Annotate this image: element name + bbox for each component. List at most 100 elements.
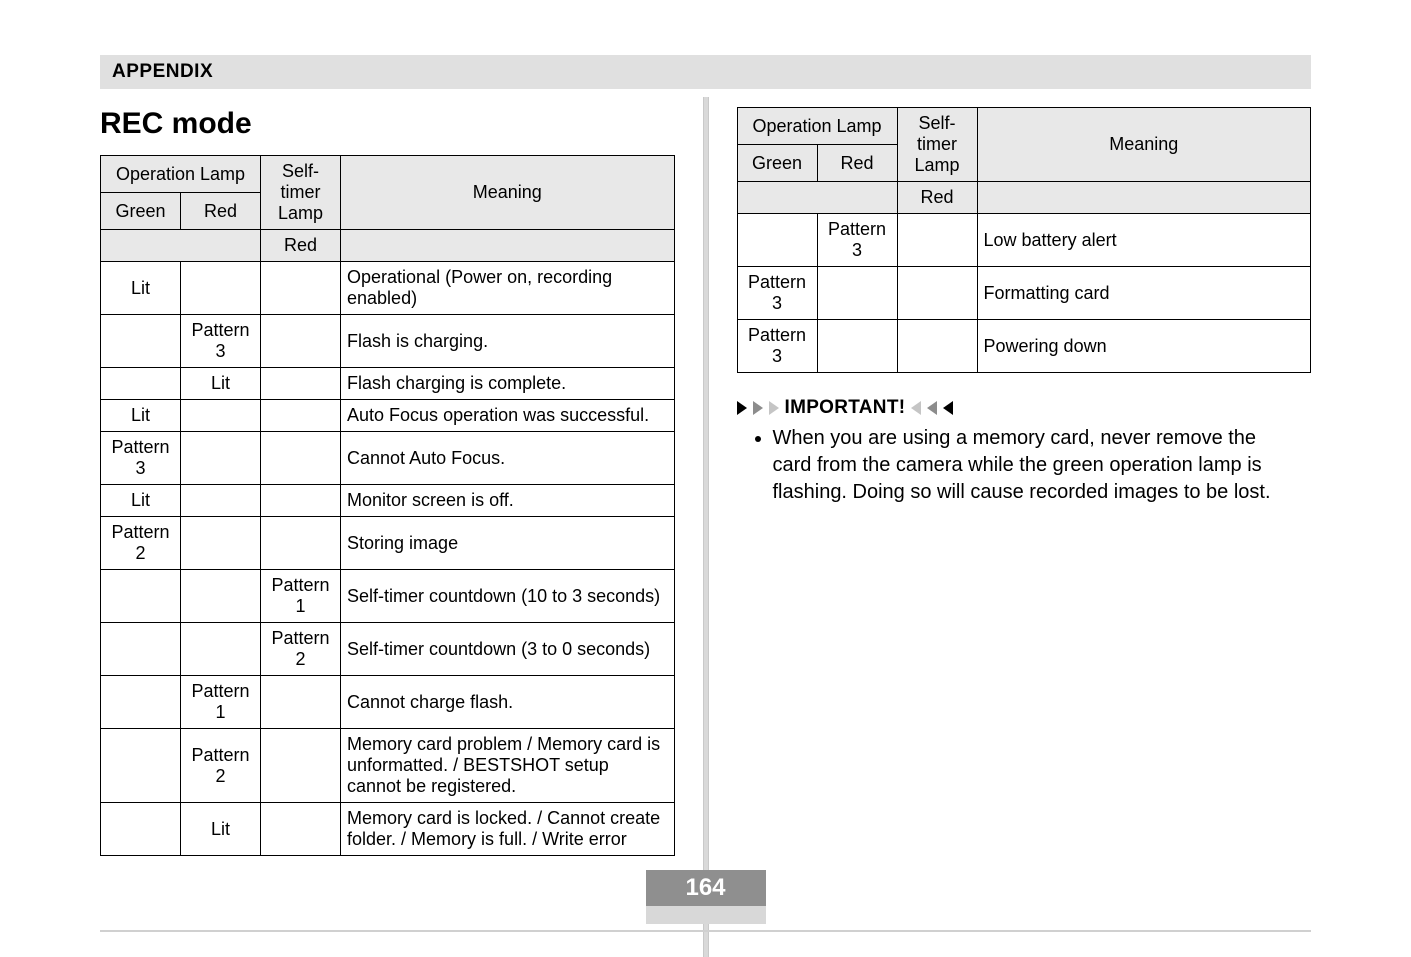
- table-cell: Pattern 2: [261, 623, 341, 676]
- table-cell: [101, 315, 181, 368]
- lamp-table-right: Operation Lamp Self-timer Lamp Meaning G…: [737, 107, 1312, 373]
- table-cell: Pattern 3: [817, 214, 897, 267]
- two-column-layout: REC mode Operation Lamp Self-timer Lamp …: [100, 107, 1311, 957]
- table-cell: [817, 267, 897, 320]
- table-row: Pattern 1Self-timer countdown (10 to 3 s…: [101, 570, 675, 623]
- table-cell: Self-timer countdown (3 to 0 seconds): [341, 623, 674, 676]
- table-cell: [261, 485, 341, 517]
- table-row: Lit Operational (Power on, recording enab…: [101, 262, 675, 315]
- table-cell: Monitor screen is off.: [341, 485, 674, 517]
- th-self-timer-red: Red: [261, 230, 341, 262]
- page-number: 164: [646, 870, 766, 906]
- th-green: Green: [101, 193, 181, 230]
- table-cell: Cannot charge flash.: [341, 676, 674, 729]
- table-cell: Self-timer countdown (10 to 3 seconds): [341, 570, 674, 623]
- footer-rule: [100, 930, 1311, 932]
- table-row: Pattern 2 Storing image: [101, 517, 675, 570]
- table-cell: [261, 262, 341, 315]
- table-row: Pattern 2 Memory card problem / Memory ca…: [101, 729, 675, 803]
- lamp-table-right-body: Pattern 3 Low battery alert Pattern 3 Forma…: [737, 214, 1311, 373]
- table-cell: Operational (Power on, recording enabled…: [341, 262, 674, 315]
- table-row: LitMemory card is locked. / Cannot creat…: [101, 803, 675, 856]
- th-red: Red: [181, 193, 261, 230]
- triangle-left-icon: [943, 401, 953, 415]
- table-cell: Flash is charging.: [341, 315, 674, 368]
- table-cell: [261, 676, 341, 729]
- table-cell: Pattern 1: [261, 570, 341, 623]
- table-cell: Lit: [101, 400, 181, 432]
- table-cell: Pattern 1: [181, 676, 261, 729]
- important-bullet-list: When you are using a memory card, never …: [773, 425, 1312, 506]
- table-cell: [181, 432, 261, 485]
- table-cell: [101, 623, 181, 676]
- table-cell: Cannot Auto Focus.: [341, 432, 674, 485]
- table-row: Pattern 3 Low battery alert: [737, 214, 1311, 267]
- right-column: Operation Lamp Self-timer Lamp Meaning G…: [737, 107, 1312, 957]
- lamp-table-right-head: Operation Lamp Self-timer Lamp Meaning G…: [737, 108, 1311, 214]
- table-row: Pattern 1 Cannot charge flash.: [101, 676, 675, 729]
- appendix-banner: APPENDIX: [100, 55, 1311, 89]
- th-meaning-r: Meaning: [977, 108, 1310, 182]
- th-meaning: Meaning: [341, 156, 674, 230]
- table-cell: [261, 517, 341, 570]
- table-cell: [101, 676, 181, 729]
- th-green-r: Green: [737, 145, 817, 182]
- table-cell: Low battery alert: [977, 214, 1310, 267]
- th-self-timer-red-r: Red: [897, 182, 977, 214]
- important-label: IMPORTANT!: [785, 397, 906, 419]
- table-cell: [181, 570, 261, 623]
- table-cell: Lit: [181, 368, 261, 400]
- table-cell: [737, 214, 817, 267]
- table-cell: [261, 432, 341, 485]
- table-cell: Pattern 3: [737, 267, 817, 320]
- table-cell: Pattern 2: [181, 729, 261, 803]
- table-row: Lit Flash charging is complete.: [101, 368, 675, 400]
- page: APPENDIX REC mode Operation Lamp Self-ti…: [0, 0, 1411, 954]
- table-cell: Storing image: [341, 517, 674, 570]
- lamp-table-left-body: Lit Operational (Power on, recording enab…: [101, 262, 675, 856]
- table-cell: [181, 623, 261, 676]
- table-cell: [181, 262, 261, 315]
- table-row: Pattern 3 Flash is charging.: [101, 315, 675, 368]
- triangle-left-icon: [927, 401, 937, 415]
- table-cell: Auto Focus operation was successful.: [341, 400, 674, 432]
- table-cell: [181, 485, 261, 517]
- table-cell: [817, 320, 897, 373]
- th-self-timer-lamp-r: Self-timer Lamp: [897, 108, 977, 182]
- page-footer-bar: [646, 906, 766, 924]
- table-cell: [261, 368, 341, 400]
- table-cell: [261, 400, 341, 432]
- column-divider: [703, 97, 709, 957]
- important-bullet-item: When you are using a memory card, never …: [773, 425, 1293, 506]
- table-cell: [101, 368, 181, 400]
- th-operation-lamp: Operation Lamp: [101, 156, 261, 193]
- table-cell: [181, 517, 261, 570]
- table-cell: [181, 400, 261, 432]
- th-self-timer-lamp: Self-timer Lamp: [261, 156, 341, 230]
- table-cell: [897, 320, 977, 373]
- triangle-left-icon: [911, 401, 921, 415]
- table-cell: Pattern 3: [181, 315, 261, 368]
- left-column: REC mode Operation Lamp Self-timer Lamp …: [100, 107, 675, 957]
- table-cell: Formatting card: [977, 267, 1310, 320]
- table-cell: Powering down: [977, 320, 1310, 373]
- triangle-right-icon: [769, 401, 779, 415]
- table-cell: [261, 803, 341, 856]
- rec-mode-heading: REC mode: [100, 107, 675, 141]
- table-cell: Flash charging is complete.: [341, 368, 674, 400]
- table-cell: [261, 729, 341, 803]
- table-cell: [261, 315, 341, 368]
- important-heading: IMPORTANT!: [737, 397, 1312, 419]
- table-cell: Memory card problem / Memory card is unf…: [341, 729, 674, 803]
- triangle-right-icon: [737, 401, 747, 415]
- table-cell: [897, 214, 977, 267]
- lamp-table-left-head: Operation Lamp Self-timer Lamp Meaning G…: [101, 156, 675, 262]
- table-row: Pattern 3Cannot Auto Focus.: [101, 432, 675, 485]
- table-cell: Pattern 2: [101, 517, 181, 570]
- table-row: Pattern 3 Formatting card: [737, 267, 1311, 320]
- table-cell: Lit: [101, 262, 181, 315]
- triangle-right-icon: [753, 401, 763, 415]
- table-cell: Pattern 3: [737, 320, 817, 373]
- table-cell: Lit: [101, 485, 181, 517]
- table-cell: Memory card is locked. / Cannot create f…: [341, 803, 674, 856]
